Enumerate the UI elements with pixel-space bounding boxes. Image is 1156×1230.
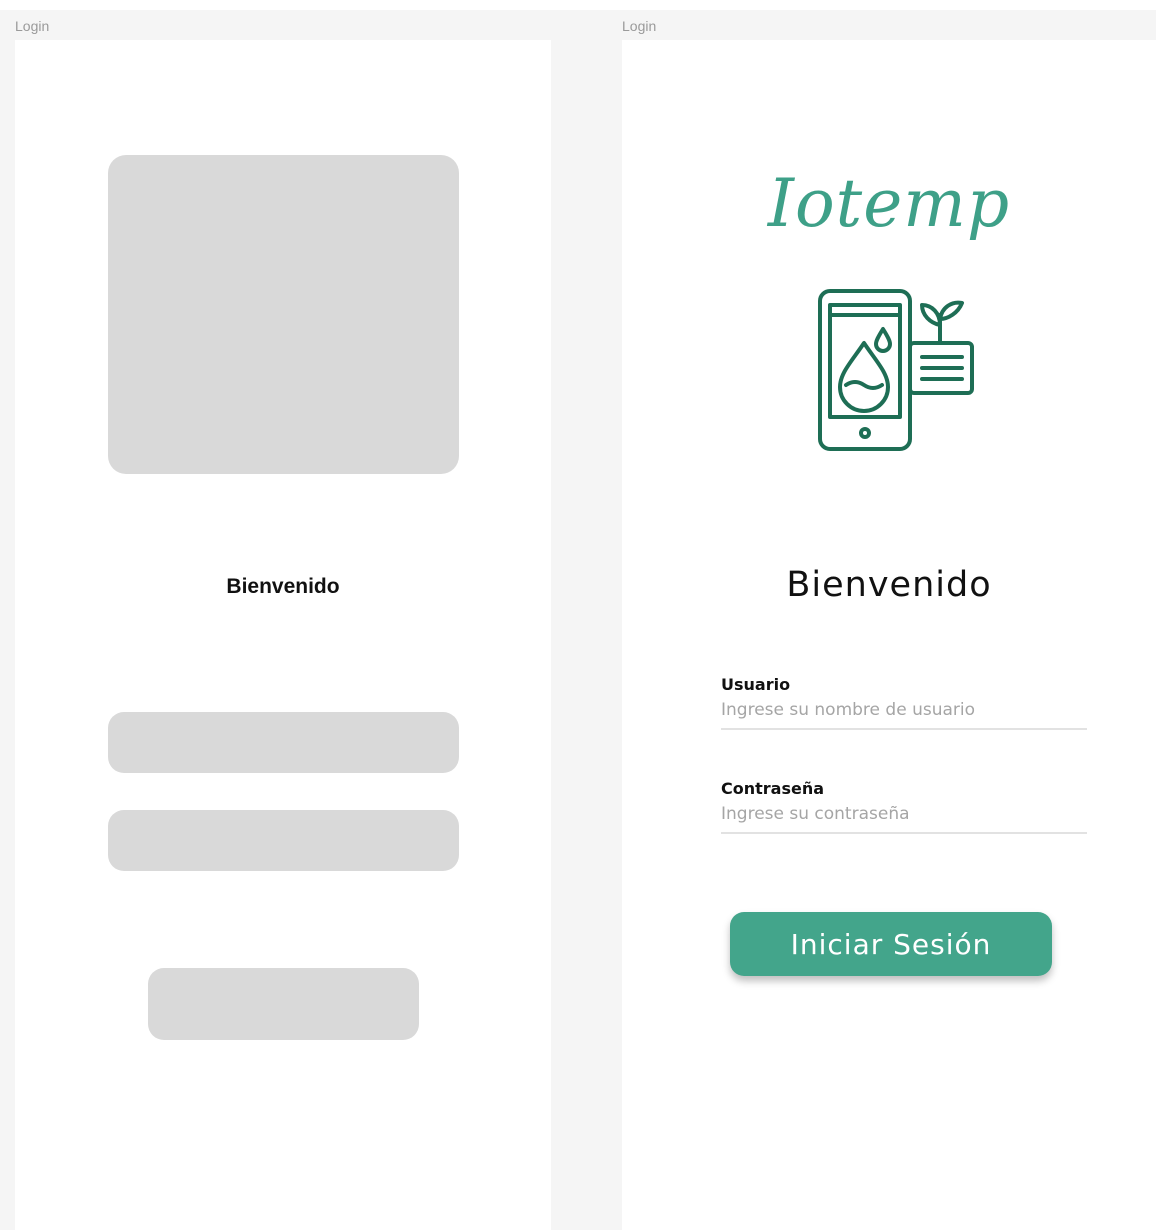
username-field: Usuario xyxy=(721,675,1087,730)
phone-water-drop-plant-icon xyxy=(818,289,974,451)
wireframe-title: Bienvenido xyxy=(226,575,340,598)
password-input-placeholder xyxy=(108,810,459,871)
app-logo-text: Iotemp xyxy=(767,165,1011,242)
username-label: Usuario xyxy=(721,675,791,694)
password-label: Contraseña xyxy=(721,779,825,798)
frame-label-design: Login xyxy=(622,18,657,34)
frame-label-wireframe: Login xyxy=(15,18,50,34)
login-button[interactable]: Iniciar Sesión xyxy=(730,912,1052,976)
username-input[interactable] xyxy=(721,700,1087,730)
image-placeholder xyxy=(108,155,459,474)
button-placeholder xyxy=(148,968,419,1040)
password-input[interactable] xyxy=(721,804,1087,834)
wireframe-frame: Bienvenido xyxy=(15,40,551,1230)
welcome-title: Bienvenido xyxy=(786,565,992,605)
design-frame: Iotemp Bienvenido Usuario Ingrese su nom… xyxy=(622,40,1156,1230)
password-field: Contraseña xyxy=(721,779,1087,834)
username-input-placeholder xyxy=(108,712,459,773)
